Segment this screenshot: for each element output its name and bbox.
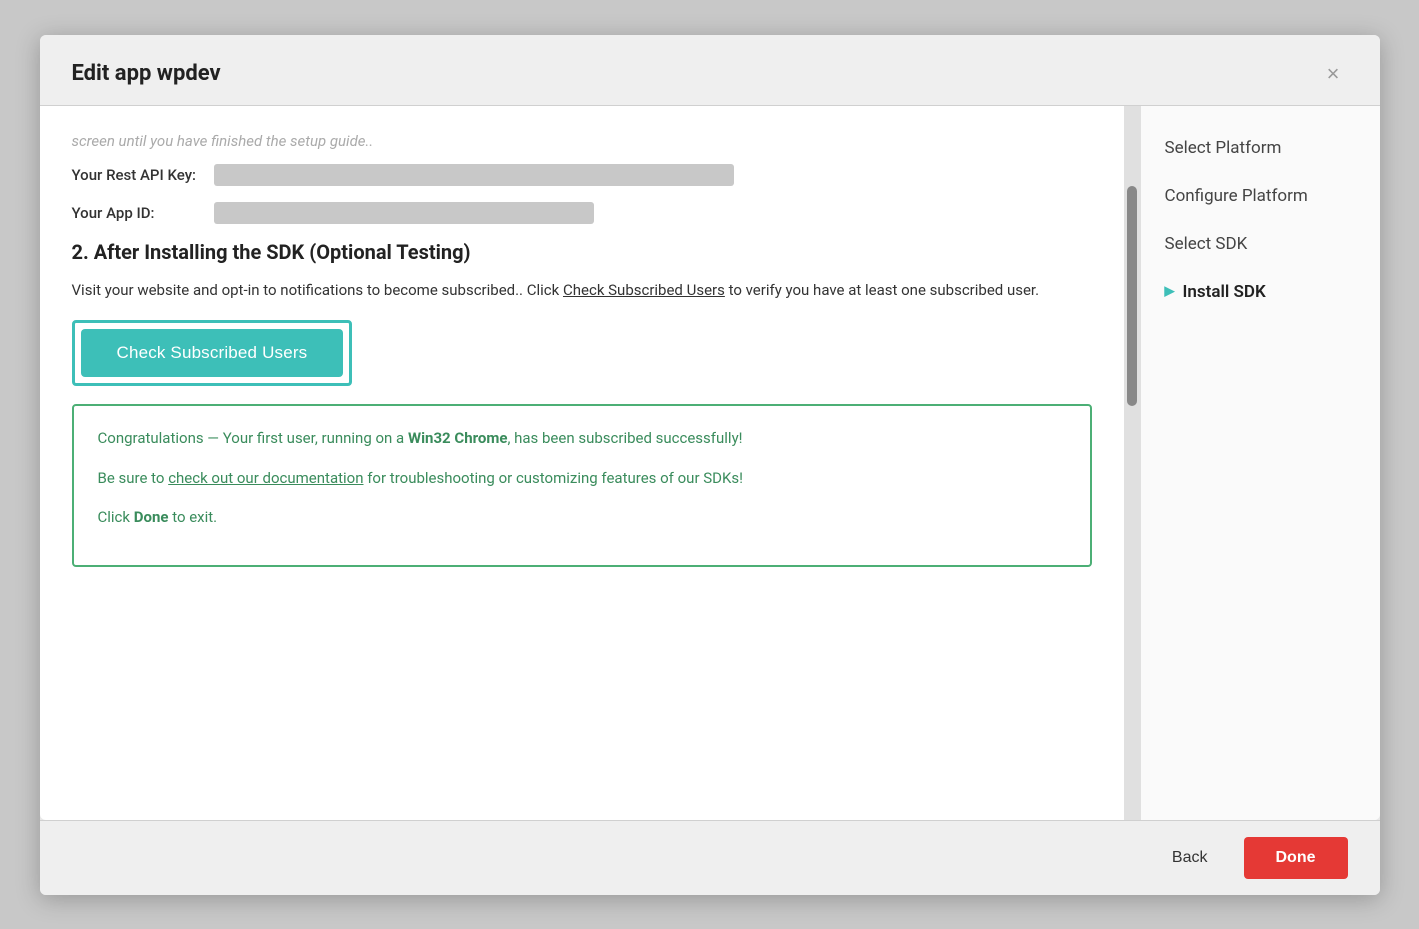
rest-api-key-label: Your Rest API Key:: [72, 166, 202, 184]
success-line2-link[interactable]: check out our documentation: [168, 469, 363, 487]
sidebar: Select Platform Configure Platform Selec…: [1140, 106, 1380, 820]
main-content: screen until you have finished the setup…: [40, 106, 1124, 820]
rest-api-key-row: Your Rest API Key:: [72, 164, 1092, 186]
faded-text: screen until you have finished the setup…: [72, 130, 1092, 153]
done-button[interactable]: Done: [1244, 837, 1348, 879]
success-box: Congratulations — Your first user, runni…: [72, 404, 1092, 567]
rest-api-key-value: [214, 164, 734, 186]
sidebar-item-select-platform[interactable]: Select Platform: [1165, 138, 1356, 158]
sidebar-item-configure-platform[interactable]: Configure Platform: [1165, 186, 1356, 206]
success-line2: Be sure to check out our documentation f…: [98, 466, 1066, 492]
back-button[interactable]: Back: [1152, 839, 1228, 877]
sidebar-item-select-sdk-label: Select SDK: [1165, 234, 1248, 254]
check-subscribed-users-button[interactable]: Check Subscribed Users: [81, 329, 344, 377]
section2-text-after: to verify you have at least one subscrib…: [725, 281, 1039, 299]
close-button[interactable]: ×: [1319, 59, 1348, 89]
sidebar-item-configure-platform-label: Configure Platform: [1165, 186, 1308, 206]
arrow-icon: ▶: [1165, 284, 1175, 299]
check-button-wrapper: Check Subscribed Users: [72, 320, 353, 386]
section2-heading: 2. After Installing the SDK (Optional Te…: [72, 240, 1092, 264]
modal: Edit app wpdev × screen until you have f…: [40, 35, 1380, 895]
success-line1: Congratulations — Your first user, runni…: [98, 426, 1066, 452]
success-line1-after: , has been subscribed successfully!: [507, 429, 742, 447]
modal-title: Edit app wpdev: [72, 61, 221, 86]
scrollbar-thumb[interactable]: [1127, 186, 1137, 406]
scrollbar-track[interactable]: [1124, 106, 1140, 820]
success-line3-after: to exit.: [168, 508, 217, 526]
success-line2-before: Be sure to: [98, 469, 169, 487]
sidebar-item-select-sdk[interactable]: Select SDK: [1165, 234, 1356, 254]
section2-text: Visit your website and opt-in to notific…: [72, 278, 1092, 302]
success-line1-bold: Win32 Chrome: [408, 429, 508, 447]
section2-link: Check Subscribed Users: [563, 281, 725, 299]
modal-header: Edit app wpdev ×: [40, 35, 1380, 106]
app-id-label: Your App ID:: [72, 204, 202, 222]
app-id-value: [214, 202, 594, 224]
success-done-word: Done: [134, 508, 169, 526]
success-line1-before: Congratulations — Your first user, runni…: [98, 429, 408, 447]
success-line3-before: Click: [98, 508, 134, 526]
success-line3: Click Done to exit.: [98, 505, 1066, 531]
sidebar-item-install-sdk-label: Install SDK: [1183, 282, 1266, 302]
modal-footer: Back Done: [40, 820, 1380, 895]
section2-text-before: Visit your website and opt-in to notific…: [72, 281, 563, 299]
app-id-row: Your App ID:: [72, 202, 1092, 224]
sidebar-item-install-sdk[interactable]: ▶ Install SDK: [1165, 282, 1356, 302]
sidebar-item-select-platform-label: Select Platform: [1165, 138, 1282, 158]
modal-body: screen until you have finished the setup…: [40, 106, 1380, 820]
success-line2-after: for troubleshooting or customizing featu…: [364, 469, 744, 487]
